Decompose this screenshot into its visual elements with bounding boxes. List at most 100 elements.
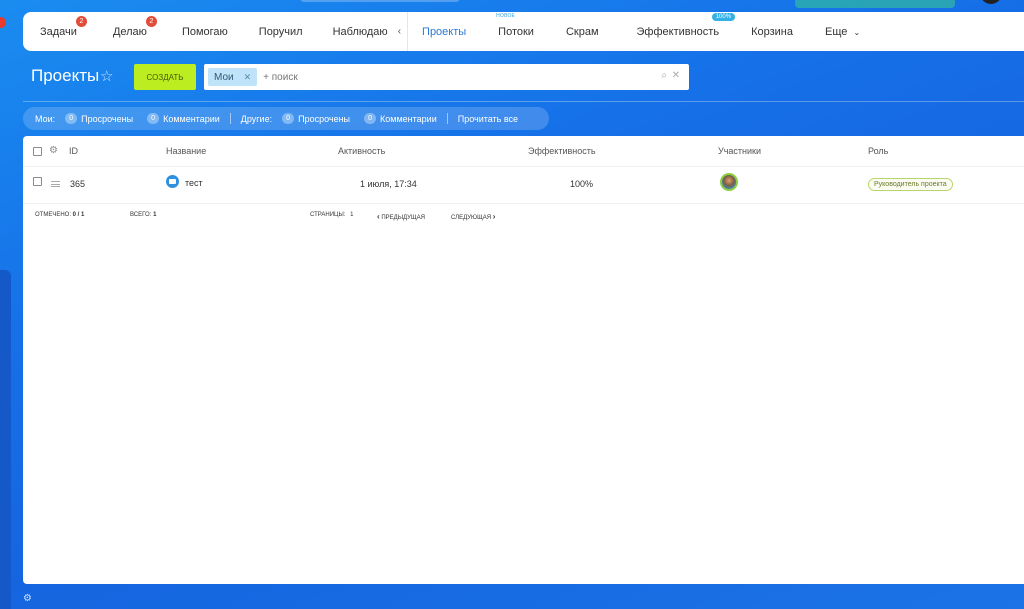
pages-count: СТРАНИЦЫ: 1	[310, 212, 353, 218]
clear-icon[interactable]: ✕	[672, 70, 680, 81]
next-page-link[interactable]: СЛЕДУЮЩАЯ ›	[451, 212, 495, 221]
tab-watching[interactable]: Наблюдаю	[325, 26, 396, 38]
counter-number: 0	[65, 113, 78, 124]
selected-label: ОТМЕЧЕНО:	[35, 212, 71, 218]
col-header-members[interactable]: Участники	[718, 146, 761, 156]
total-count: ВСЕГО: 1	[130, 212, 156, 218]
row-menu-icon[interactable]	[51, 181, 60, 187]
selected-value: 0 / 1	[72, 212, 85, 218]
tab-doing[interactable]: Делаю 2	[105, 15, 157, 38]
star-icon[interactable]: ☆	[100, 67, 113, 85]
chevron-down-icon: ⌄	[853, 27, 861, 37]
tab-tasks-counter: 2	[75, 15, 87, 27]
row-efficiency: 100%	[570, 179, 594, 189]
tab-helping[interactable]: Помогаю	[174, 26, 236, 38]
tab-scrum-label: Скрам	[565, 25, 599, 38]
counter-number: 0	[147, 113, 160, 124]
tab-flows-label: Потоки	[498, 25, 534, 38]
tab-projects-label: Проекты	[422, 25, 467, 38]
efficiency-badge: 100%	[711, 12, 736, 21]
selected-count: ОТМЕЧЕНО: 0 / 1	[35, 212, 84, 218]
col-header-id[interactable]: ID	[69, 146, 78, 156]
tab-tasks[interactable]: Задачи 2	[32, 15, 87, 38]
table-row[interactable]: 365 тест 1 июля, 17:34 100% Руководитель…	[23, 167, 1024, 204]
projects-grid: ⚙ ID Название Активность Эффективность У…	[23, 136, 1024, 584]
tab-watching-label: Наблюдаю	[332, 25, 388, 38]
counter-number: 0	[282, 113, 295, 124]
filter-chip-mine[interactable]: Мои ✕	[208, 68, 258, 86]
tab-helping-label: Помогаю	[181, 25, 228, 38]
tab-doing-counter: 2	[145, 15, 157, 27]
pages-label: СТРАНИЦЫ:	[310, 212, 346, 218]
gear-icon[interactable]: ⚙	[49, 145, 58, 156]
tab-projects[interactable]: Проекты	[414, 26, 474, 38]
col-header-name[interactable]: Название	[166, 146, 206, 156]
counter-label: Просрочены	[81, 113, 134, 124]
tab-trash[interactable]: Корзина	[743, 26, 801, 38]
top-search-strip	[300, 0, 460, 2]
top-green-widget	[795, 0, 955, 8]
chip-close-icon[interactable]: ✕	[244, 72, 252, 83]
search-input[interactable]	[263, 71, 644, 83]
tab-flows[interactable]: НОВОЕ Потоки	[490, 13, 542, 38]
tab-tasks-label: Задачи	[40, 25, 77, 38]
role-badge: Руководитель проекта	[868, 178, 953, 191]
counter-number: 0	[364, 113, 377, 124]
row-activity: 1 июля, 17:34	[360, 179, 417, 189]
select-all-checkbox[interactable]	[33, 147, 42, 156]
counters-divider	[446, 113, 448, 124]
read-all-button[interactable]: Прочитать все	[458, 114, 518, 124]
tab-doing-label: Делаю	[112, 25, 147, 38]
tab-assigned[interactable]: Поручил	[251, 26, 311, 38]
mine-label: Мои:	[35, 113, 56, 124]
total-value: 1	[153, 212, 157, 218]
prev-page-link[interactable]: ‹ ПРЕДЫДУЩАЯ	[377, 212, 425, 221]
row-project-name[interactable]: тест	[185, 178, 203, 188]
member-avatar[interactable]	[720, 173, 738, 191]
create-button[interactable]: СОЗДАТЬ	[134, 64, 196, 90]
tab-more[interactable]: Еще ⌄	[817, 26, 868, 38]
chevron-left-icon[interactable]: ‹	[398, 26, 401, 37]
settings-gear-icon[interactable]: ⚙	[23, 593, 32, 604]
total-label: ВСЕГО:	[130, 212, 152, 218]
counter-label: Просрочены	[298, 113, 351, 124]
pages-value: 1	[350, 212, 354, 218]
counter-label: Комментарии	[163, 113, 220, 124]
chevron-right-icon: ›	[492, 212, 496, 221]
mine-overdue-counter[interactable]: 0 Просрочены	[65, 113, 133, 124]
col-header-role[interactable]: Роль	[868, 146, 888, 156]
mine-comments-counter[interactable]: 0 Комментарии	[147, 113, 220, 124]
left-panel-edge	[0, 270, 11, 609]
tab-assigned-label: Поручил	[258, 25, 303, 38]
counter-label: Комментарии	[380, 113, 437, 124]
counters-divider	[229, 113, 231, 124]
prev-label: ПРЕДЫДУЩАЯ	[381, 215, 425, 221]
tab-trash-label: Корзина	[751, 25, 793, 38]
divider	[23, 101, 1024, 102]
new-label: НОВОЕ	[496, 12, 516, 19]
search-icon[interactable]: ⌕	[661, 70, 667, 81]
counters-bar: Мои: 0 Просрочены 0 Комментарии Другие: …	[23, 107, 549, 130]
tab-scrum[interactable]: Скрам	[558, 26, 607, 38]
tabs-bar: Задачи 2 Делаю 2 Помогаю Поручил Наблюда…	[23, 12, 1024, 51]
row-id: 365	[70, 179, 86, 189]
notification-dot	[0, 17, 6, 28]
next-label: СЛЕДУЮЩАЯ	[451, 215, 492, 221]
user-avatar-top[interactable]	[980, 0, 1002, 4]
tabs-divider	[407, 12, 409, 51]
others-comments-counter[interactable]: 0 Комментарии	[364, 113, 437, 124]
chevron-left-icon: ‹	[377, 212, 380, 221]
project-icon	[166, 175, 179, 188]
row-checkbox[interactable]	[33, 177, 42, 186]
filter-chip-label: Мои	[214, 71, 234, 83]
col-header-activity[interactable]: Активность	[338, 146, 385, 156]
tab-efficiency[interactable]: 100% Эффективность	[629, 12, 736, 38]
tab-more-label: Еще	[824, 25, 848, 38]
others-label: Другие:	[240, 113, 273, 124]
col-header-efficiency[interactable]: Эффективность	[528, 146, 596, 156]
search-bar[interactable]: Мои ✕ ⌕ ✕	[204, 64, 689, 90]
tab-efficiency-label: Эффективность	[636, 25, 720, 38]
page-title: Проекты	[31, 66, 100, 85]
others-overdue-counter[interactable]: 0 Просрочены	[282, 113, 350, 124]
grid-footer: ОТМЕЧЕНО: 0 / 1 ВСЕГО: 1 СТРАНИЦЫ: 1 ‹ П…	[23, 212, 1024, 224]
